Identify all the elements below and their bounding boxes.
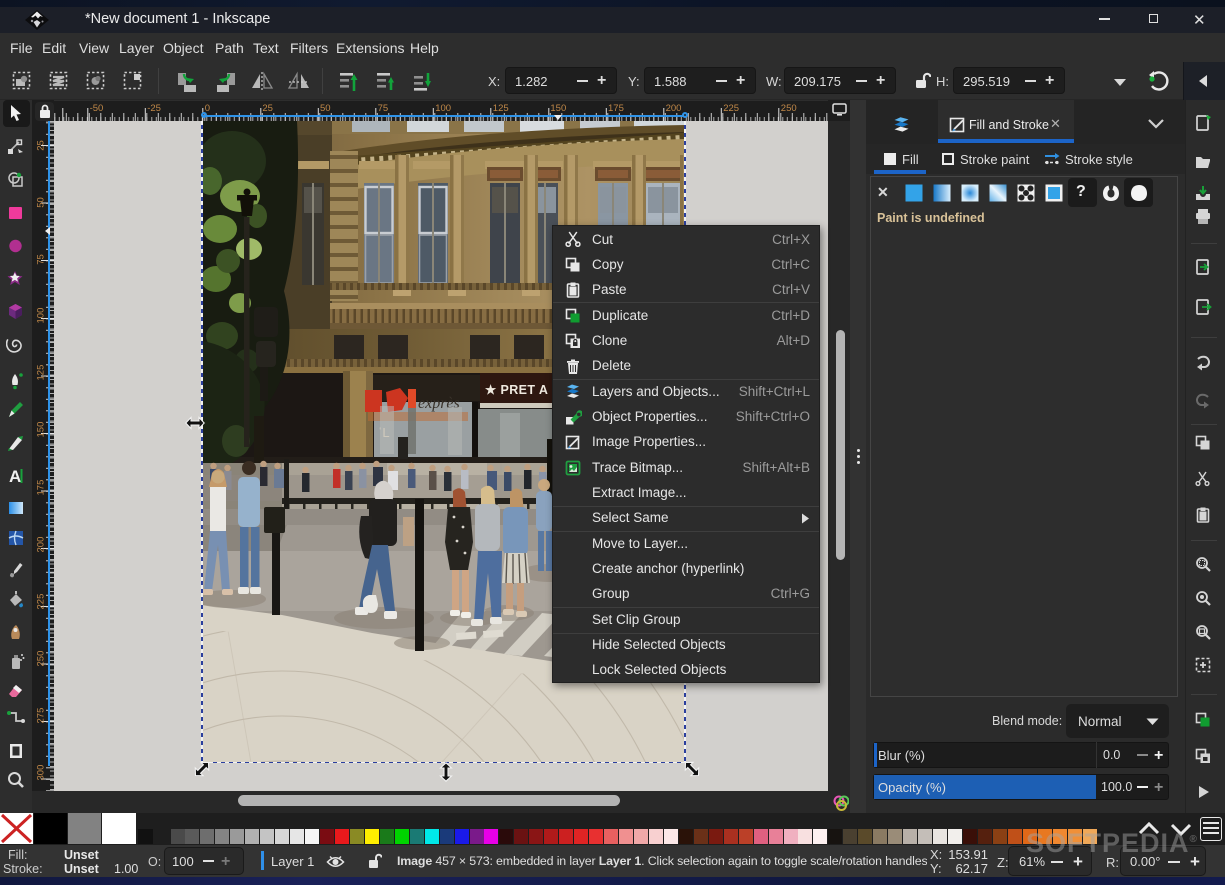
svg-text:A: A — [9, 467, 21, 486]
svg-text:ˈL: ˈL — [378, 425, 390, 440]
